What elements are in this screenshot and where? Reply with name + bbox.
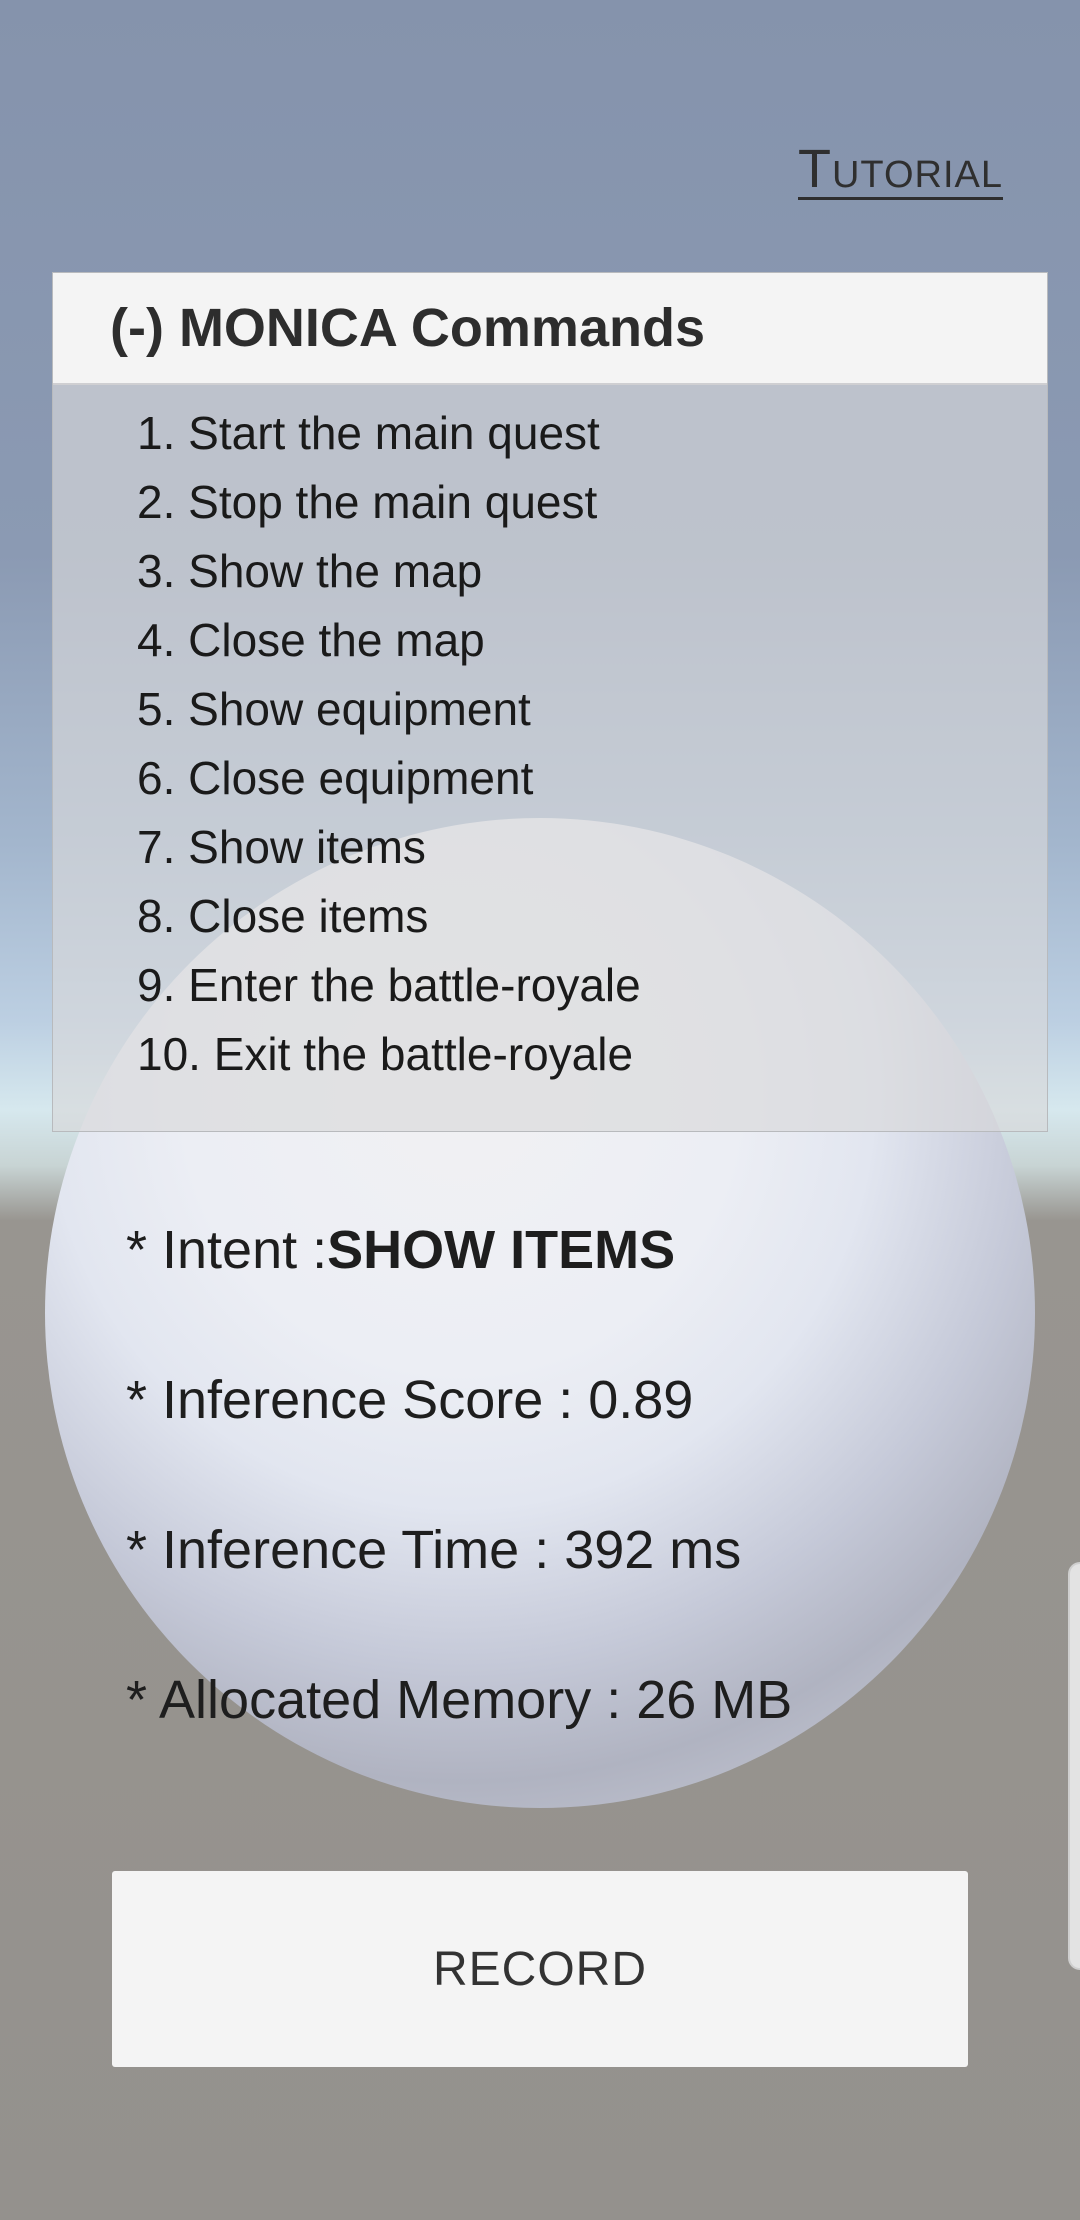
allocated-memory: * Allocated Memory : 26 MB bbox=[126, 1670, 793, 1730]
command-item: 10. Exit the battle-royale bbox=[137, 1028, 634, 1080]
inference-score: * Inference Score : 0.89 bbox=[126, 1370, 694, 1430]
commands-panel: (-) MONICA Commands 1. Start the main qu… bbox=[52, 272, 1048, 1132]
command-item: 8. Close items bbox=[137, 890, 429, 942]
command-list: 1. Start the main quest 2. Stop the main… bbox=[53, 385, 1047, 1089]
command-item: 9. Enter the battle-royale bbox=[137, 959, 641, 1011]
intent-result: * Intent :SHOW ITEMS bbox=[126, 1210, 792, 1360]
inference-time: * Inference Time : 392 ms bbox=[126, 1520, 742, 1580]
commands-panel-header[interactable]: (-) MONICA Commands bbox=[53, 273, 1047, 385]
command-item: 6. Close equipment bbox=[137, 752, 534, 804]
command-item: 2. Stop the main quest bbox=[137, 476, 598, 528]
command-item: 5. Show equipment bbox=[137, 683, 531, 735]
tutorial-link[interactable]: Tutorial bbox=[798, 138, 1003, 200]
command-item: 4. Close the map bbox=[137, 614, 485, 666]
record-button[interactable]: RECORD bbox=[112, 1871, 968, 2067]
intent-label: * Intent : bbox=[126, 1220, 328, 1280]
inference-results: * Intent :SHOW ITEMS * Inference Score :… bbox=[126, 1210, 792, 1810]
command-item: 1. Start the main quest bbox=[137, 407, 600, 459]
command-item: 3. Show the map bbox=[137, 545, 483, 597]
scroll-handle-icon[interactable] bbox=[1068, 1562, 1080, 1970]
command-item: 7. Show items bbox=[137, 821, 426, 873]
intent-value: SHOW ITEMS bbox=[327, 1220, 676, 1280]
commands-panel-title: (-) MONICA Commands bbox=[110, 298, 705, 358]
